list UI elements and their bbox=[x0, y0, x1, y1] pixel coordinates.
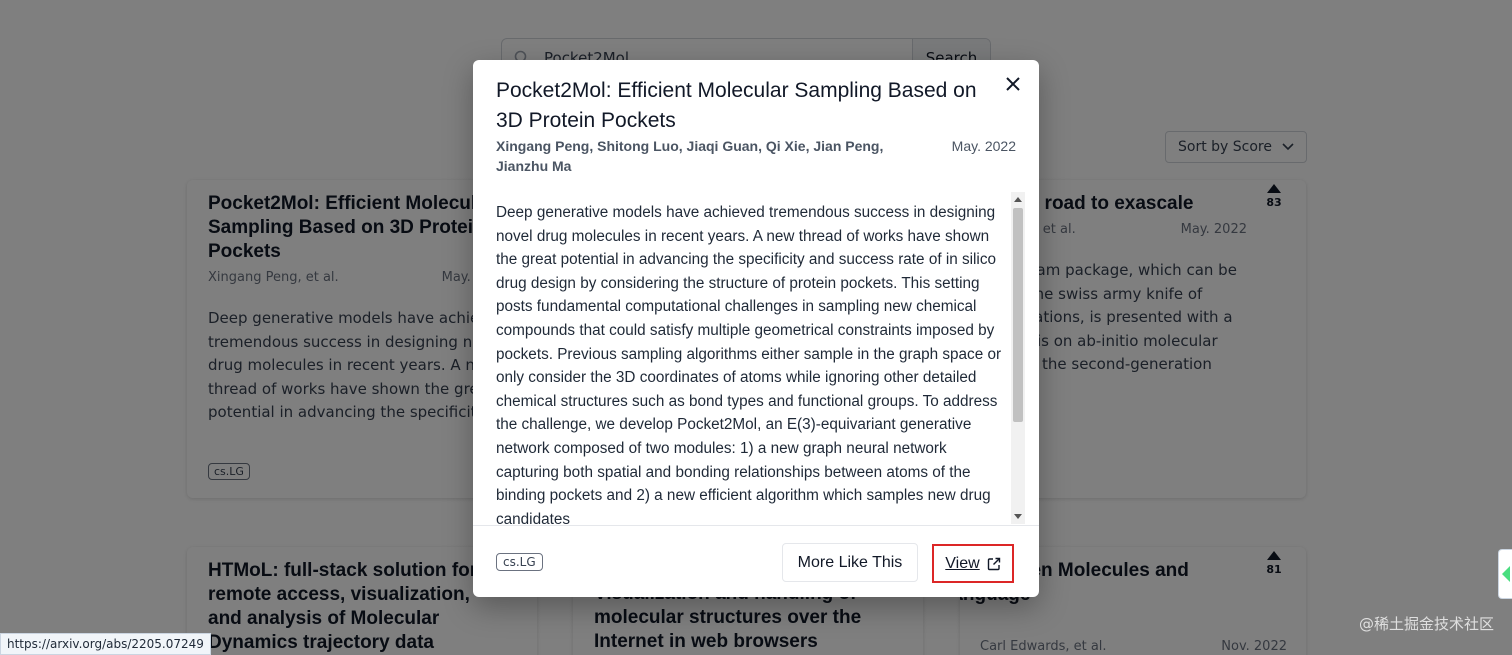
scroll-down-arrow-icon[interactable] bbox=[1014, 514, 1022, 519]
modal-footer: cs.LG More Like This View bbox=[473, 525, 1039, 597]
paper-detail-modal: Pocket2Mol: Efficient Molecular Sampling… bbox=[473, 60, 1039, 597]
category-tag[interactable]: cs.LG bbox=[496, 553, 543, 571]
scroll-up-arrow-icon[interactable] bbox=[1014, 197, 1022, 202]
close-button[interactable] bbox=[1001, 72, 1025, 96]
view-button-label: View bbox=[945, 554, 980, 572]
modal-title: Pocket2Mol: Efficient Molecular Sampling… bbox=[496, 79, 977, 132]
modal-abstract-scroll[interactable]: Deep generative models have achieved tre… bbox=[496, 192, 1025, 524]
scrollbar-thumb[interactable] bbox=[1013, 208, 1023, 422]
watermark: @稀土掘金技术社区 bbox=[1358, 615, 1494, 633]
modal-authors: Xingang Peng, Shitong Luo, Jiaqi Guan, Q… bbox=[496, 138, 884, 174]
view-button[interactable]: View bbox=[932, 544, 1014, 583]
page: Search Sort by Score Pocket2Mol: Efficie… bbox=[0, 0, 1512, 655]
more-like-this-button[interactable]: More Like This bbox=[782, 543, 918, 582]
side-tab-widget[interactable] bbox=[1498, 549, 1512, 599]
external-link-icon bbox=[987, 557, 1000, 570]
status-bar-url: https://arxiv.org/abs/2205.07249 bbox=[0, 633, 211, 655]
close-icon bbox=[1006, 77, 1020, 91]
scrollbar[interactable] bbox=[1011, 192, 1025, 524]
modal-date: May. 2022 bbox=[951, 138, 1016, 154]
modal-abstract: Deep generative models have achieved tre… bbox=[496, 204, 1002, 524]
